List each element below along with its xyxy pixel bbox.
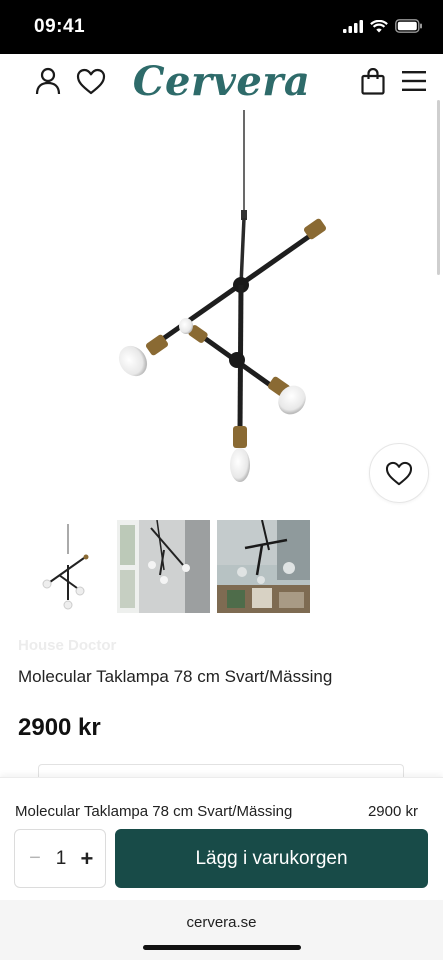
product-price: 2900 kr [18,714,101,741]
wifi-icon [370,19,388,32]
product-brand[interactable]: House Doctor [18,637,116,654]
status-icons [343,19,423,33]
site-header: Cervera [0,54,443,110]
sticky-cart-bar: Molecular Taklampa 78 cm Svart/Mässing 2… [0,777,443,900]
battery-icon [395,19,422,33]
thumbnail-gallery [17,520,310,613]
status-bar: 09:41 [0,0,443,54]
sticky-product-price: 2900 kr [367,803,418,820]
product-title: Molecular Taklampa 78 cm Svart/Mässing [18,667,333,686]
thumbnail-2[interactable] [117,520,210,613]
thumbnail-1[interactable] [17,520,110,613]
add-to-cart-button[interactable]: Lägg i varukorgen [115,829,428,888]
thumbnail-3[interactable] [217,520,310,613]
url-bar[interactable]: cervera.se [0,914,443,931]
add-to-wishlist-button[interactable] [369,443,429,503]
cart-button[interactable] [358,66,388,96]
increase-quantity-button[interactable]: + [79,846,95,872]
menu-button[interactable] [399,66,429,96]
home-indicator[interactable] [143,945,301,950]
sticky-product-title: Molecular Taklampa 78 cm Svart/Mässing [15,803,293,820]
quantity-value[interactable]: 1 [56,848,67,870]
bag-icon [361,67,385,95]
heart-icon [385,461,413,485]
quantity-stepper: − 1 + [14,829,106,888]
decrease-quantity-button[interactable]: − [27,847,43,870]
menu-icon [402,71,426,91]
status-time: 09:41 [34,16,86,37]
signal-icon [343,19,363,33]
browser-bar: cervera.se [0,900,443,960]
